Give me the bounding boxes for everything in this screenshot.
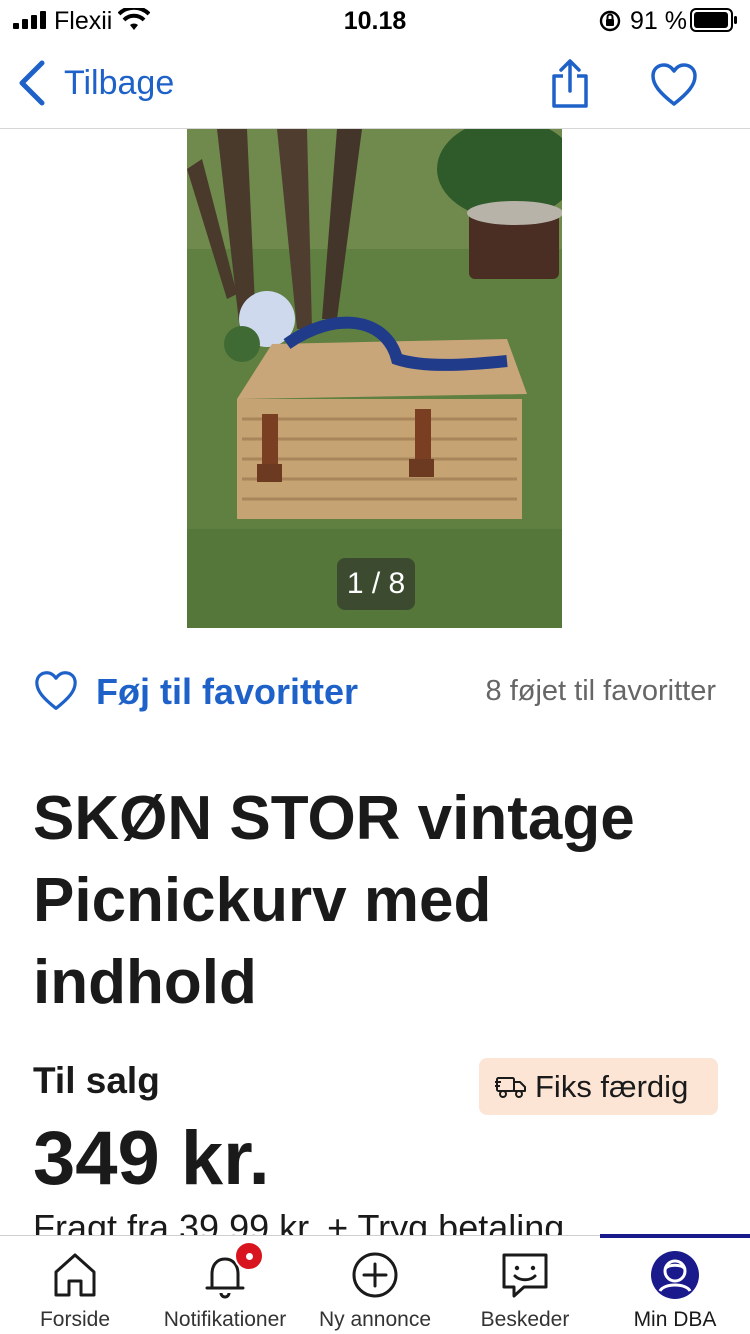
tab-label: Ny annonce [318, 1308, 432, 1331]
shipping-badge: Fiks færdig [479, 1058, 718, 1115]
orientation-lock-icon [599, 10, 621, 32]
favorite-row: Føj til favoritter 8 føjet til favoritte… [34, 664, 724, 724]
picnic-basket-photo [187, 129, 562, 628]
sale-type: Til salg [33, 1060, 160, 1101]
battery-icon [690, 8, 737, 32]
nav-bar: Tilbage [0, 40, 750, 129]
tab-label: Beskeder [480, 1308, 570, 1331]
plus-circle-icon [352, 1252, 398, 1298]
tab-notifikationer[interactable]: Notifikationer [150, 1236, 300, 1334]
listing-title: SKØN STOR vintage Picnickurv med indhold [33, 784, 635, 1017]
tab-min-dba[interactable]: Min DBA [600, 1236, 750, 1334]
tab-forside[interactable]: Forside [0, 1236, 150, 1334]
chat-icon [502, 1253, 548, 1298]
tab-beskeder[interactable]: Beskeder [450, 1236, 600, 1334]
tab-bar: Forside Notifikationer Ny annonce Besked… [0, 1234, 750, 1334]
favorites-count: 8 føjet til favoritter [485, 675, 716, 707]
badge-label: Fiks færdig [535, 1068, 689, 1104]
battery-percent: 91 % [630, 7, 687, 35]
delivery-truck-icon [495, 1076, 526, 1098]
add-to-favorites-button[interactable]: Føj til favoritter [96, 671, 358, 713]
back-label: Tilbage [64, 63, 175, 102]
tab-label: Forside [39, 1308, 111, 1331]
listing-image[interactable] [187, 129, 562, 628]
heart-outline-icon[interactable] [34, 670, 78, 712]
tab-label: Notifikationer [163, 1308, 287, 1331]
image-counter: 1 / 8 [337, 558, 415, 610]
listing-price: 349 kr. [33, 1116, 270, 1201]
shipping-info: Fragt fra 39,99 kr. + Tryg betaling [33, 1207, 565, 1236]
heart-icon[interactable] [650, 62, 698, 108]
chevron-left-icon [19, 60, 45, 106]
tab-label: Min DBA [633, 1308, 717, 1331]
home-icon [54, 1253, 96, 1297]
notification-badge [234, 1241, 264, 1271]
status-bar: Flexii 10.18 91 % [0, 0, 750, 40]
profile-icon [651, 1251, 699, 1299]
back-button[interactable]: Tilbage [14, 58, 174, 108]
share-icon[interactable] [548, 58, 592, 110]
tab-ny-annonce[interactable]: Ny annonce [300, 1236, 450, 1334]
